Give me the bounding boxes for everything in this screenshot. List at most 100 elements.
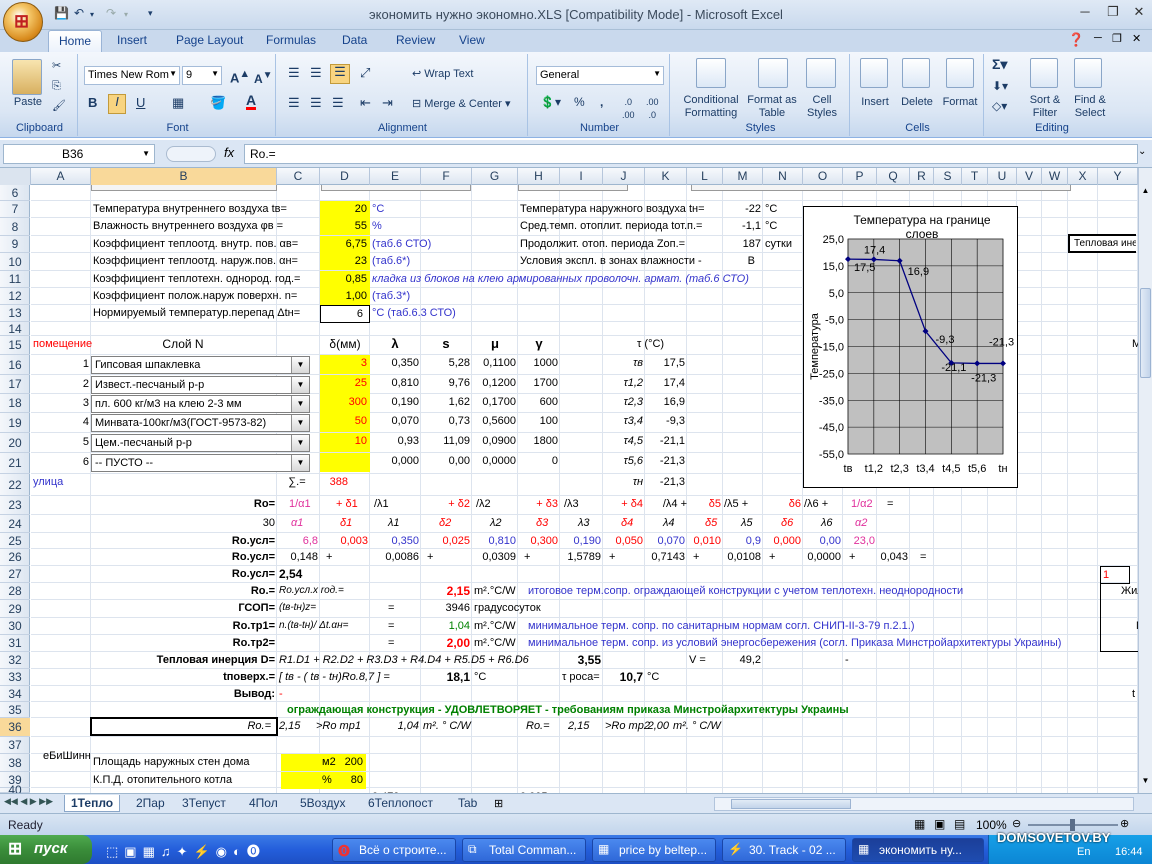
cell-d22[interactable]: 388 xyxy=(322,474,348,490)
cell-i23[interactable]: /λ3 xyxy=(564,496,579,512)
horizontal-scrollbar[interactable] xyxy=(714,797,1134,811)
cell-c36[interactable]: 2,15 xyxy=(279,718,300,734)
cell-b26[interactable]: Ro.усл= xyxy=(93,549,275,565)
cell-j18[interactable]: τ2,3 xyxy=(605,394,643,410)
cell-g15[interactable]: μ xyxy=(474,336,516,352)
column-header-n[interactable]: N xyxy=(763,168,803,185)
cell-e38[interactable]: м2 xyxy=(322,754,336,770)
column-header-x[interactable]: X xyxy=(1068,168,1098,185)
cell-h16[interactable]: 1000 xyxy=(520,355,558,371)
normal-view-icon[interactable]: ▦ xyxy=(914,817,925,831)
cell-f25[interactable]: 0,025 xyxy=(423,533,470,549)
cell-styles-button[interactable]: Cell Styles xyxy=(800,94,844,120)
cell-g33[interactable]: °C xyxy=(474,669,486,685)
align-center-icon[interactable]: ☰ xyxy=(310,96,322,109)
cell-g16[interactable]: 0,1100 xyxy=(474,355,516,371)
cell-d19[interactable]: 50 xyxy=(320,413,370,432)
cell-c34[interactable]: - xyxy=(279,686,283,702)
cell-g30[interactable]: m².°C/W xyxy=(474,618,516,634)
column-header-t[interactable]: T xyxy=(962,168,988,185)
cell-a38[interactable]: еБиШинн xyxy=(43,748,91,764)
layer-material-dropdown[interactable]: -- ПУСТО -- ▼ xyxy=(91,454,310,472)
taskbar-item-winamp[interactable]: ⚡ 30. Track - 02 ... xyxy=(722,838,846,862)
cell-l24[interactable]: δ5 xyxy=(705,515,717,531)
row-header[interactable]: 12 xyxy=(0,288,30,305)
cell-f16[interactable]: 5,28 xyxy=(423,355,470,371)
conditional-formatting-button[interactable]: Conditional Formatting xyxy=(674,94,748,120)
cell-a20[interactable]: 5 xyxy=(33,434,89,450)
cell-j25[interactable]: 0,050 xyxy=(605,533,643,549)
cell-c35[interactable]: ограждающая конструкция - УДОВЛЕТВОРЯЕТ … xyxy=(287,702,849,718)
cell-e16[interactable]: 0,350 xyxy=(372,355,419,371)
italic-icon[interactable]: I xyxy=(108,94,126,114)
column-header-v[interactable]: V xyxy=(1017,168,1042,185)
cell-a17[interactable]: 2 xyxy=(33,376,89,392)
chevron-down-icon[interactable]: ▼ xyxy=(291,455,309,471)
cell-e12[interactable]: (таб.3*) xyxy=(372,288,410,304)
row-header[interactable]: 16 xyxy=(0,355,30,375)
sheet-tab-6[interactable]: 6Теплопост xyxy=(362,795,439,812)
cell-f26[interactable]: + xyxy=(427,549,433,565)
column-header-g[interactable]: G xyxy=(472,168,518,185)
cell-e21[interactable]: 0,000 xyxy=(372,453,419,469)
find-select-button[interactable]: Find & Select xyxy=(1068,94,1112,120)
cell-e17[interactable]: 0,810 xyxy=(372,375,419,391)
sheet-tab-3[interactable]: 3Тепуст xyxy=(176,795,232,812)
insert-sheet-icon[interactable]: ⊞ xyxy=(494,797,503,810)
ribbon-restore-icon[interactable]: ❐ xyxy=(1112,32,1122,45)
chevron-down-icon[interactable]: ▼ xyxy=(291,357,309,373)
cell-m26[interactable]: 0,0108 xyxy=(725,549,761,565)
cell-h24[interactable]: δ3 xyxy=(536,515,548,531)
cell-b38[interactable]: Площадь наружных стен дома xyxy=(93,754,250,770)
cell-k24[interactable]: λ4 xyxy=(663,515,675,531)
cell-d17[interactable]: 25 xyxy=(320,375,370,394)
column-header-p[interactable]: P xyxy=(843,168,877,185)
decrease-indent-icon[interactable]: ⇤ xyxy=(360,96,371,109)
row-header[interactable]: 27 xyxy=(0,566,30,583)
cell-e13[interactable]: °С (таб.6.3 СТО) xyxy=(372,305,456,321)
taskbar-item-total-commander[interactable]: ⧉ Total Comman... xyxy=(462,838,586,862)
cell-a16[interactable]: 1 xyxy=(33,356,89,372)
cell-h8[interactable]: Сред.темп. отоплит. периода tот.п.= xyxy=(520,218,702,234)
cell-h9[interactable]: Продолжит. отоп. периода Zоп.= xyxy=(520,236,685,252)
copy-icon[interactable]: ⎘ xyxy=(52,80,61,93)
cell-d8[interactable]: 55 xyxy=(320,218,370,235)
cell-m8[interactable]: -1,1 xyxy=(725,218,761,234)
layer-material-dropdown[interactable]: Цем.-песчаный р-р ▼ xyxy=(91,434,310,452)
cell-p26[interactable]: + xyxy=(849,549,855,565)
cell-g23[interactable]: /λ2 xyxy=(476,496,491,512)
start-button[interactable]: ⊞ пуск xyxy=(0,835,92,864)
tab-page-layout[interactable]: Page Layout xyxy=(176,33,243,47)
cell-c33[interactable]: [ tв - ( tв - tн)Ro.8,7 ] = xyxy=(279,669,390,685)
sort-filter-button[interactable]: Sort & Filter xyxy=(1024,94,1066,120)
row-header[interactable]: 14 xyxy=(0,322,30,336)
cell-g20[interactable]: 0,0900 xyxy=(474,433,516,449)
cell-b7[interactable]: Температура внутреннего воздуха tв= xyxy=(93,201,287,217)
cell-l32[interactable]: V = xyxy=(689,652,706,668)
help-icon[interactable]: ❓ xyxy=(1068,32,1084,48)
taskbar-item-opera[interactable]: ⓿ Всё о строите... xyxy=(332,838,456,862)
fill-color-icon[interactable]: 🪣 xyxy=(210,96,226,109)
cell-g31[interactable]: m².°C/W xyxy=(474,635,516,651)
wrap-text-button[interactable]: ↩ Wrap Text xyxy=(412,68,473,81)
cell-f24[interactable]: δ2 xyxy=(439,515,451,531)
clear-icon[interactable]: ◇▾ xyxy=(992,100,1007,113)
cell-c22[interactable]: ∑.= xyxy=(279,474,315,490)
cell-j33[interactable]: 10,7 xyxy=(605,669,643,685)
font-size-combo[interactable]: 9 ▼ xyxy=(182,66,222,85)
chevron-down-icon[interactable]: ▼ xyxy=(291,415,309,431)
row-header[interactable]: 24 xyxy=(0,515,30,533)
cell-b24[interactable]: 30 xyxy=(93,515,275,531)
sheet-tab-5[interactable]: 5Воздух xyxy=(294,795,351,812)
row-header[interactable]: 18 xyxy=(0,394,30,413)
row-header[interactable]: 20 xyxy=(0,433,30,453)
row-header[interactable]: 17 xyxy=(0,375,30,394)
cell-b23[interactable]: Ro= xyxy=(93,496,275,512)
row-header[interactable]: 7 xyxy=(0,201,30,218)
cell-n25[interactable]: 0,000 xyxy=(765,533,801,549)
cell-h21[interactable]: 0 xyxy=(520,453,558,469)
row-header[interactable]: 38 xyxy=(0,754,30,772)
row-header[interactable]: 22 xyxy=(0,474,30,496)
cell-h20[interactable]: 1800 xyxy=(520,433,558,449)
cell-l25[interactable]: 0,010 xyxy=(689,533,721,549)
